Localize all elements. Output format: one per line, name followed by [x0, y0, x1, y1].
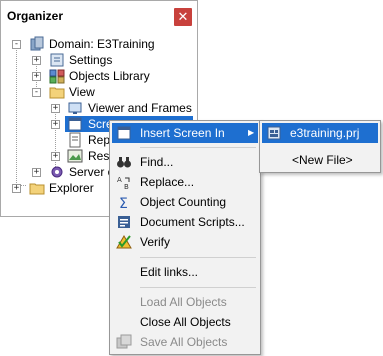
menu-close-all-objects[interactable]: Close All Objects: [112, 312, 258, 332]
context-menu: Insert Screen In ▶ Find... A B Replace..…: [109, 120, 261, 355]
expand-icon[interactable]: +: [32, 168, 41, 177]
save-all-icon: [116, 334, 132, 349]
organizer-header: Organizer ✕: [1, 1, 197, 31]
menu-insert-screen-in[interactable]: Insert Screen In ▶: [112, 123, 258, 143]
tree-label-explorer: Explorer: [49, 181, 94, 195]
menu-find[interactable]: Find...: [112, 152, 258, 172]
menu-label-load-all: Load All Objects: [140, 295, 227, 309]
expand-icon[interactable]: +: [32, 56, 41, 65]
explorer-folder-icon: [29, 183, 45, 195]
domain-icon: [30, 36, 44, 51]
menu-save-all-objects: Save All Objects: [112, 332, 258, 352]
menu-label-find: Find...: [140, 155, 174, 169]
menu-edit-links[interactable]: Edit links...: [112, 262, 258, 282]
menu-object-counting[interactable]: Σ Object Counting: [112, 192, 258, 212]
project-icon: [267, 126, 281, 140]
tree-item-viewer-frames[interactable]: + Viewer and Frames: [1, 100, 197, 116]
insert-screen-icon: [117, 126, 131, 140]
resources-icon: [67, 149, 83, 163]
tree-label-settings: Settings: [69, 53, 113, 67]
menu-label-close-all: Close All Objects: [140, 315, 231, 329]
tree-item-domain[interactable]: - Domain: E3Training: [1, 36, 197, 52]
menu-label-edit-links: Edit links...: [140, 265, 199, 279]
expand-icon[interactable]: +: [51, 104, 60, 113]
folder-icon: [49, 87, 65, 99]
submenu-arrow-icon: ▶: [248, 128, 255, 137]
menu-label-insert-screen-in: Insert Screen In: [140, 126, 225, 140]
menu-verify[interactable]: Verify: [112, 232, 258, 252]
close-icon: ✕: [177, 9, 189, 24]
tree-item-settings[interactable]: + Settings: [1, 52, 197, 68]
expand-icon[interactable]: +: [51, 120, 60, 129]
screen-icon: [68, 117, 82, 131]
tree-label-viewer-frames: Viewer and Frames: [88, 101, 192, 115]
svg-text:A: A: [117, 176, 122, 184]
menu-replace[interactable]: A B Replace...: [112, 172, 258, 192]
expand-icon[interactable]: +: [12, 184, 21, 193]
menu-document-scripts[interactable]: Document Scripts...: [112, 212, 258, 232]
tree-label-view: View: [69, 85, 95, 99]
replace-icon: A B: [117, 176, 130, 190]
tree-item-view[interactable]: - View: [1, 84, 197, 100]
library-icon: [49, 69, 65, 84]
svg-text:B: B: [124, 183, 129, 190]
settings-icon: [50, 53, 64, 67]
binoculars-icon: [117, 157, 131, 168]
viewer-icon: [68, 102, 82, 114]
organizer-title: Organizer: [7, 9, 64, 23]
verify-icon: [116, 235, 132, 249]
submenu-label-project: e3training.prj: [290, 126, 360, 140]
collapse-icon[interactable]: -: [32, 88, 41, 97]
insert-screen-submenu: e3training.prj <New File>: [259, 120, 381, 173]
menu-label-verify: Verify: [140, 235, 171, 249]
report-icon: [69, 132, 81, 148]
menu-load-all-objects: Load All Objects: [112, 292, 258, 312]
menu-label-document-scripts: Document Scripts...: [140, 215, 245, 229]
tree-label-domain: Domain: E3Training: [49, 37, 155, 51]
collapse-icon[interactable]: -: [12, 40, 21, 49]
submenu-label-new-file: <New File>: [292, 153, 353, 167]
script-icon: [118, 216, 130, 228]
submenu-item-new-file[interactable]: <New File>: [262, 150, 378, 170]
expand-icon[interactable]: +: [51, 152, 60, 161]
submenu-item-project[interactable]: e3training.prj: [262, 123, 378, 143]
tree-label-objects-library: Objects Library: [69, 69, 150, 83]
menu-label-replace: Replace...: [140, 175, 195, 189]
svg-text:Σ: Σ: [119, 196, 128, 210]
sigma-icon: Σ: [119, 196, 128, 210]
expand-icon[interactable]: +: [32, 72, 41, 81]
server-icon: [51, 166, 63, 178]
menu-label-save-all: Save All Objects: [140, 335, 228, 349]
menu-label-object-counting: Object Counting: [140, 195, 227, 209]
tree-item-objects-library[interactable]: + Objects Library: [1, 68, 197, 84]
close-button[interactable]: ✕: [174, 8, 192, 26]
